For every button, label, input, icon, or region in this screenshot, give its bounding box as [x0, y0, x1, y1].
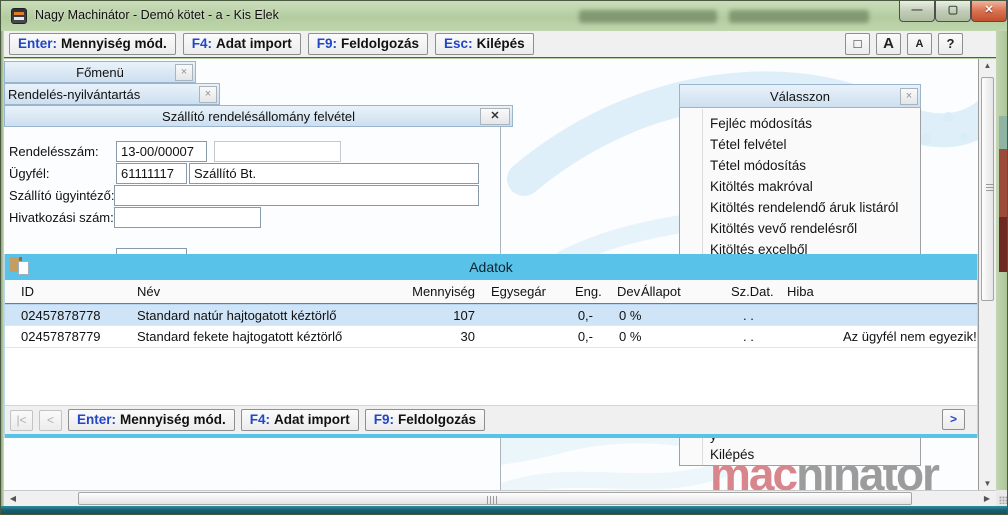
- window-bottom-edge: [1, 506, 1007, 514]
- maximize-button[interactable]: ▢: [935, 1, 971, 22]
- col-eng: Eng.: [575, 284, 602, 299]
- minimize-button[interactable]: —: [899, 1, 935, 22]
- app-icon: [11, 8, 27, 24]
- mennyiseg-mod-button[interactable]: Enter: Mennyiség mód.: [9, 33, 176, 55]
- menu-item-tetel-modositas[interactable]: Tétel módosítás: [710, 156, 806, 177]
- window-titlebar: Nagy Machinátor - Demó kötet - a - Kis E…: [1, 1, 1007, 31]
- adatok-header: Adatok: [5, 254, 977, 280]
- adat-import-button[interactable]: F4: Adat import: [182, 33, 301, 55]
- menu-item-makroval[interactable]: Kitöltés makróval: [710, 177, 813, 198]
- vertical-scroll-thumb[interactable]: [981, 77, 994, 301]
- scroll-grip: [986, 184, 994, 193]
- hivatkozasi-input[interactable]: [114, 207, 261, 228]
- rendeles-close-icon[interactable]: ×: [199, 86, 217, 103]
- szallito-close-icon[interactable]: ✕: [480, 108, 510, 125]
- rendelesszam-extra-input[interactable]: [214, 141, 341, 162]
- valasszon-titlebar: Válasszon ×: [679, 84, 921, 108]
- valasszon-title: Válasszon: [770, 89, 830, 104]
- ugyfel-code-input[interactable]: [116, 163, 187, 184]
- resize-grip[interactable]: [996, 490, 1007, 506]
- mennyiseg-mod-button[interactable]: Enter: Mennyiség mód.: [68, 409, 235, 431]
- window-right-border: [996, 31, 1007, 490]
- rendelesszam-input[interactable]: [116, 141, 207, 162]
- horizontal-scroll-thumb[interactable]: [78, 492, 912, 505]
- fomenu-bar[interactable]: Főmenü ×: [4, 61, 196, 83]
- adatok-window: Adatok ID Név Mennyiség Egysegár Eng. De…: [4, 254, 978, 438]
- scroll-up-icon[interactable]: ▲: [979, 61, 996, 70]
- ugyfel-label: Ügyfél:: [9, 166, 50, 181]
- menu-item-tetel-felvetel[interactable]: Tétel felvétel: [710, 135, 787, 156]
- horizontal-scrollbar[interactable]: ◀ ▶: [4, 490, 996, 506]
- scroll-grip: [487, 496, 497, 504]
- table-row[interactable]: 02457878779 Standard fekete hajtogatott …: [5, 326, 977, 348]
- vertical-scrollbar[interactable]: ▲ ▼: [978, 59, 996, 490]
- fomenu-title: Főmenü: [76, 65, 124, 80]
- menu-item-kilepes[interactable]: Kilépés: [710, 445, 754, 466]
- menu-item-rendelendo[interactable]: Kitöltés rendelendő áruk listáról: [710, 198, 898, 219]
- scroll-down-icon[interactable]: ▼: [979, 479, 996, 488]
- szallito-titlebar: Szállító rendelésállomány felvétel ✕: [4, 105, 513, 127]
- col-szdat: Sz.Dat.: [731, 284, 774, 299]
- ugyintezo-label: Szállító ügyintéző:: [9, 188, 115, 203]
- adatok-title: Adatok: [469, 259, 513, 275]
- adatok-toolbar: |< < Enter: Mennyiség mód. F4: Adat impo…: [5, 405, 977, 434]
- rendelesszam-label: Rendelésszám:: [9, 144, 99, 159]
- szallito-title: Szállító rendelésállomány felvétel: [162, 109, 355, 124]
- adatok-bottom-edge: [5, 434, 977, 438]
- redacted-text: [579, 10, 717, 23]
- feldolgozas-button[interactable]: F9: Feldolgozás: [364, 409, 486, 431]
- table-row[interactable]: 02457878778 Standard natúr hajtogatott k…: [5, 304, 977, 326]
- close-button[interactable]: ✕: [971, 1, 1007, 22]
- hivatkozasi-label: Hivatkozási szám:: [9, 210, 114, 225]
- nav-next-button[interactable]: >: [942, 409, 965, 430]
- col-nev: Név: [137, 284, 161, 299]
- menu-item-fejlec[interactable]: Fejléc módosítás: [710, 114, 812, 135]
- col-allapot: Állapot: [641, 284, 681, 299]
- scroll-right-icon[interactable]: ▶: [980, 494, 994, 503]
- window-frame-button[interactable]: □: [845, 33, 870, 55]
- feldolgozas-button[interactable]: F9: Feldolgozás: [307, 33, 429, 55]
- adat-import-button[interactable]: F4: Adat import: [240, 409, 359, 431]
- toolbar-right-group: □ A A ?: [845, 33, 963, 55]
- menu-item-vevo[interactable]: Kitöltés vevő rendelésről: [710, 219, 857, 240]
- help-button[interactable]: ?: [938, 33, 963, 55]
- font-large-button[interactable]: A: [876, 33, 901, 55]
- fomenu-close-icon[interactable]: ×: [175, 64, 193, 81]
- col-egysegar: Egysegár: [491, 284, 546, 299]
- valasszon-close-icon[interactable]: ×: [900, 88, 918, 105]
- mdi-area: machinátor Szállító rendelésállomány fel…: [4, 59, 978, 490]
- nav-first-button[interactable]: |<: [10, 409, 33, 431]
- ugyfel-name-input[interactable]: [189, 163, 479, 184]
- kilepes-button[interactable]: Esc: Kilépés: [435, 33, 534, 55]
- rendeles-bar[interactable]: Rendelés-nyilvántartás ×: [4, 83, 220, 105]
- col-hiba: Hiba: [787, 284, 814, 299]
- font-small-button[interactable]: A: [907, 33, 932, 55]
- redacted-text: [729, 10, 869, 23]
- scroll-left-icon[interactable]: ◀: [6, 494, 20, 503]
- window-title: Nagy Machinátor - Demó kötet - a - Kis E…: [35, 8, 279, 22]
- main-window: Nagy Machinátor - Demó kötet - a - Kis E…: [0, 0, 1008, 515]
- ugyintezo-input[interactable]: [114, 185, 479, 206]
- rendeles-title: Rendelés-nyilvántartás: [8, 87, 141, 102]
- col-id: ID: [21, 284, 34, 299]
- col-mennyiseg: Mennyiség: [412, 284, 475, 299]
- table-header: ID Név Mennyiség Egysegár Eng. Dev Állap…: [5, 280, 977, 304]
- nav-prev-button[interactable]: <: [39, 409, 62, 431]
- col-dev: Dev: [617, 284, 641, 299]
